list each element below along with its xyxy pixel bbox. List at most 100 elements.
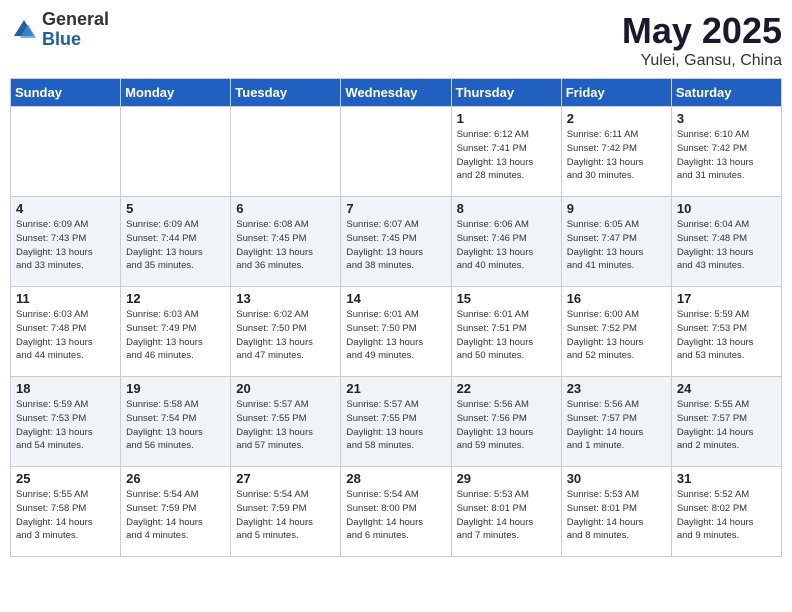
day-info: Sunrise: 6:01 AM Sunset: 7:51 PM Dayligh… [457, 308, 556, 363]
calendar-cell: 18 Sunrise: 5:59 AM Sunset: 7:53 PM Dayli… [11, 377, 121, 467]
day-number: 27 [236, 471, 335, 486]
day-number: 24 [677, 381, 776, 396]
day-number: 5 [126, 201, 225, 216]
day-info: Sunrise: 5:58 AM Sunset: 7:54 PM Dayligh… [126, 398, 225, 453]
weekday-header: Sunday [11, 79, 121, 107]
calendar-cell: 30Sunrise: 5:53 AM Sunset: 8:01 PM Dayli… [561, 467, 671, 557]
weekday-header: Wednesday [341, 79, 451, 107]
day-number: 8 [457, 201, 556, 216]
calendar-cell: 27 Sunrise: 5:54 AM Sunset: 7:59 PM Dayli… [231, 467, 341, 557]
day-number: 16 [567, 291, 666, 306]
day-number: 10 [677, 201, 776, 216]
day-info: Sunrise: 5:59 AM Sunset: 7:53 PM Dayligh… [677, 308, 776, 363]
calendar-cell: 10 Sunrise: 6:04 AM Sunset: 7:48 PM Dayli… [671, 197, 781, 287]
location: Yulei, Gansu, China [622, 52, 782, 70]
calendar-cell: 28Sunrise: 5:54 AM Sunset: 8:00 PM Dayli… [341, 467, 451, 557]
logo-general-text: General [42, 10, 109, 30]
calendar-cell: 2 Sunrise: 6:11 AM Sunset: 7:42 PM Daylig… [561, 107, 671, 197]
calendar-cell: 24Sunrise: 5:55 AM Sunset: 7:57 PM Dayli… [671, 377, 781, 467]
calendar-cell: 21 Sunrise: 5:57 AM Sunset: 7:55 PM Dayli… [341, 377, 451, 467]
day-info: Sunrise: 6:03 AM Sunset: 7:49 PM Dayligh… [126, 308, 225, 363]
day-info: Sunrise: 6:02 AM Sunset: 7:50 PM Dayligh… [236, 308, 335, 363]
day-info: Sunrise: 6:04 AM Sunset: 7:48 PM Dayligh… [677, 218, 776, 273]
calendar-cell: 3Sunrise: 6:10 AM Sunset: 7:42 PM Daylig… [671, 107, 781, 197]
day-info: Sunrise: 5:53 AM Sunset: 8:01 PM Dayligh… [567, 488, 666, 543]
day-info: Sunrise: 5:57 AM Sunset: 7:55 PM Dayligh… [236, 398, 335, 453]
day-info: Sunrise: 6:00 AM Sunset: 7:52 PM Dayligh… [567, 308, 666, 363]
day-number: 25 [16, 471, 115, 486]
calendar-cell: 7 Sunrise: 6:07 AM Sunset: 7:45 PM Daylig… [341, 197, 451, 287]
day-info: Sunrise: 6:11 AM Sunset: 7:42 PM Dayligh… [567, 128, 666, 183]
page-header: General Blue May 2025 Yulei, Gansu, Chin… [10, 10, 782, 70]
day-number: 29 [457, 471, 556, 486]
day-number: 1 [457, 111, 556, 126]
calendar-cell: 20 Sunrise: 5:57 AM Sunset: 7:55 PM Dayli… [231, 377, 341, 467]
calendar-week-row: 4 Sunrise: 6:09 AM Sunset: 7:43 PM Daylig… [11, 197, 782, 287]
weekday-header: Saturday [671, 79, 781, 107]
day-info: Sunrise: 6:10 AM Sunset: 7:42 PM Dayligh… [677, 128, 776, 183]
calendar-cell: 17 Sunrise: 5:59 AM Sunset: 7:53 PM Dayli… [671, 287, 781, 377]
day-info: Sunrise: 5:54 AM Sunset: 7:59 PM Dayligh… [236, 488, 335, 543]
day-number: 28 [346, 471, 445, 486]
calendar-cell: 5 Sunrise: 6:09 AM Sunset: 7:44 PM Daylig… [121, 197, 231, 287]
day-info: Sunrise: 6:03 AM Sunset: 7:48 PM Dayligh… [16, 308, 115, 363]
calendar-cell: 15Sunrise: 6:01 AM Sunset: 7:51 PM Dayli… [451, 287, 561, 377]
day-info: Sunrise: 6:06 AM Sunset: 7:46 PM Dayligh… [457, 218, 556, 273]
logo: General Blue [10, 10, 109, 50]
calendar-cell: 16 Sunrise: 6:00 AM Sunset: 7:52 PM Dayli… [561, 287, 671, 377]
logo-blue-text: Blue [42, 30, 109, 50]
calendar-cell: 19 Sunrise: 5:58 AM Sunset: 7:54 PM Dayli… [121, 377, 231, 467]
day-info: Sunrise: 5:56 AM Sunset: 7:56 PM Dayligh… [457, 398, 556, 453]
day-number: 22 [457, 381, 556, 396]
weekday-header: Thursday [451, 79, 561, 107]
day-info: Sunrise: 6:01 AM Sunset: 7:50 PM Dayligh… [346, 308, 445, 363]
calendar-cell: 13 Sunrise: 6:02 AM Sunset: 7:50 PM Dayli… [231, 287, 341, 377]
calendar-cell: 14 Sunrise: 6:01 AM Sunset: 7:50 PM Dayli… [341, 287, 451, 377]
day-number: 20 [236, 381, 335, 396]
calendar-cell [341, 107, 451, 197]
day-number: 21 [346, 381, 445, 396]
day-number: 18 [16, 381, 115, 396]
calendar-cell: 22 Sunrise: 5:56 AM Sunset: 7:56 PM Dayli… [451, 377, 561, 467]
day-number: 4 [16, 201, 115, 216]
calendar-cell: 25 Sunrise: 5:55 AM Sunset: 7:58 PM Dayli… [11, 467, 121, 557]
day-info: Sunrise: 6:09 AM Sunset: 7:44 PM Dayligh… [126, 218, 225, 273]
day-info: Sunrise: 6:12 AM Sunset: 7:41 PM Dayligh… [457, 128, 556, 183]
day-info: Sunrise: 5:55 AM Sunset: 7:58 PM Dayligh… [16, 488, 115, 543]
day-number: 14 [346, 291, 445, 306]
day-info: Sunrise: 6:05 AM Sunset: 7:47 PM Dayligh… [567, 218, 666, 273]
calendar-week-row: 1 Sunrise: 6:12 AM Sunset: 7:41 PM Daylig… [11, 107, 782, 197]
day-info: Sunrise: 6:08 AM Sunset: 7:45 PM Dayligh… [236, 218, 335, 273]
calendar-cell: 26 Sunrise: 5:54 AM Sunset: 7:59 PM Dayli… [121, 467, 231, 557]
day-info: Sunrise: 5:57 AM Sunset: 7:55 PM Dayligh… [346, 398, 445, 453]
calendar-cell: 29 Sunrise: 5:53 AM Sunset: 8:01 PM Dayli… [451, 467, 561, 557]
logo-text: General Blue [42, 10, 109, 50]
calendar-table: SundayMondayTuesdayWednesdayThursdayFrid… [10, 78, 782, 557]
calendar-cell [121, 107, 231, 197]
day-info: Sunrise: 5:59 AM Sunset: 7:53 PM Dayligh… [16, 398, 115, 453]
day-number: 2 [567, 111, 666, 126]
calendar-cell: 11 Sunrise: 6:03 AM Sunset: 7:48 PM Dayli… [11, 287, 121, 377]
day-info: Sunrise: 5:53 AM Sunset: 8:01 PM Dayligh… [457, 488, 556, 543]
calendar-cell: 9Sunrise: 6:05 AM Sunset: 7:47 PM Daylig… [561, 197, 671, 287]
calendar-cell: 23Sunrise: 5:56 AM Sunset: 7:57 PM Dayli… [561, 377, 671, 467]
day-info: Sunrise: 6:07 AM Sunset: 7:45 PM Dayligh… [346, 218, 445, 273]
weekday-header: Friday [561, 79, 671, 107]
weekday-header: Monday [121, 79, 231, 107]
calendar-cell [11, 107, 121, 197]
day-number: 17 [677, 291, 776, 306]
day-number: 7 [346, 201, 445, 216]
weekday-header: Tuesday [231, 79, 341, 107]
day-number: 23 [567, 381, 666, 396]
calendar-cell: 12Sunrise: 6:03 AM Sunset: 7:49 PM Dayli… [121, 287, 231, 377]
day-number: 26 [126, 471, 225, 486]
calendar-week-row: 11 Sunrise: 6:03 AM Sunset: 7:48 PM Dayli… [11, 287, 782, 377]
title-block: May 2025 Yulei, Gansu, China [622, 10, 782, 70]
day-number: 19 [126, 381, 225, 396]
day-info: Sunrise: 5:54 AM Sunset: 7:59 PM Dayligh… [126, 488, 225, 543]
day-number: 11 [16, 291, 115, 306]
day-number: 6 [236, 201, 335, 216]
day-number: 13 [236, 291, 335, 306]
day-info: Sunrise: 6:09 AM Sunset: 7:43 PM Dayligh… [16, 218, 115, 273]
calendar-cell: 6 Sunrise: 6:08 AM Sunset: 7:45 PM Daylig… [231, 197, 341, 287]
